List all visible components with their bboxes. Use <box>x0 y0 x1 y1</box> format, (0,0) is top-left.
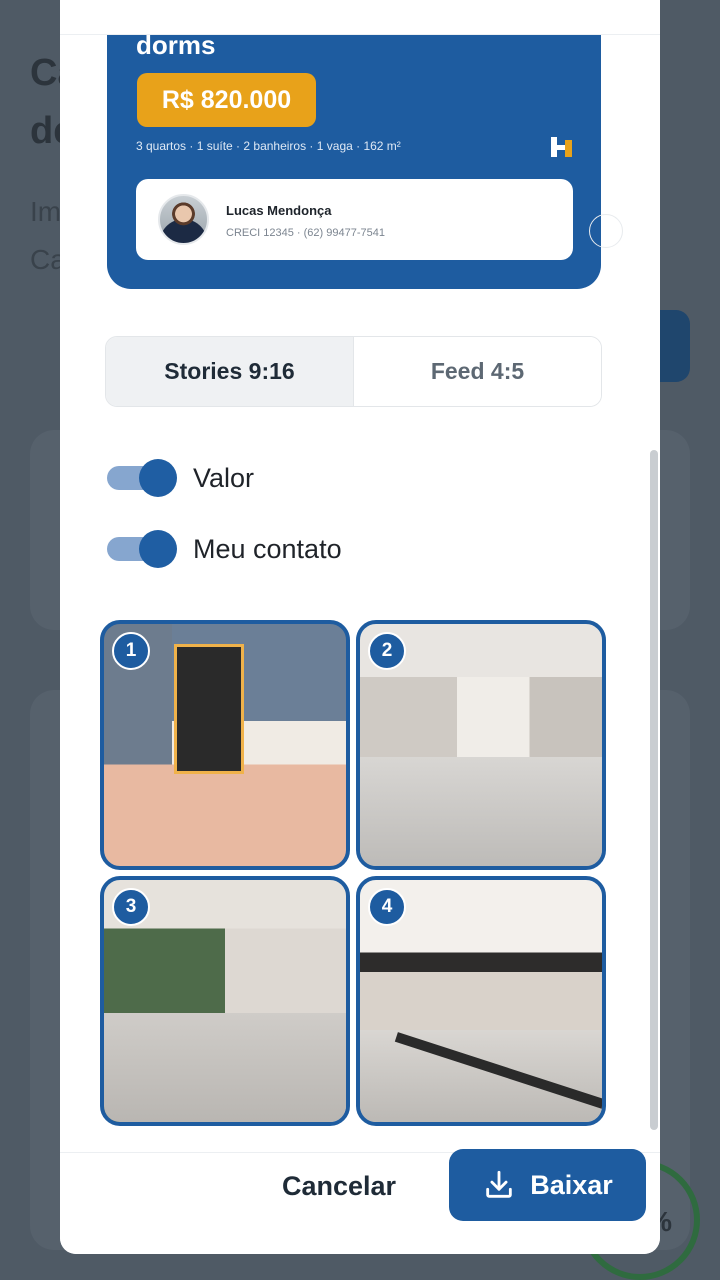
contact-toggle[interactable] <box>107 529 177 569</box>
contact-details: CRECI 12345 · (62) 99477-7541 <box>226 227 385 239</box>
carousel-dot <box>589 214 623 248</box>
contact-toggle-label: Meu contato <box>193 533 342 564</box>
property-specs: 3 quartos · 1 suíte · 2 banheiros · 1 va… <box>136 139 401 153</box>
h-logo-icon <box>551 137 572 157</box>
valor-toggle[interactable] <box>107 458 177 498</box>
photo-item[interactable]: 3 <box>100 876 350 1126</box>
format-tabs: Stories 9:16 Feed 4:5 <box>105 336 602 407</box>
valor-toggle-label: Valor <box>193 462 255 493</box>
background-text: Im <box>30 196 62 227</box>
photo-number-badge: 4 <box>368 888 406 926</box>
modal-scrollbar[interactable] <box>650 450 658 1130</box>
tab-stories[interactable]: Stories 9:16 <box>106 337 354 406</box>
photo-number-badge: 3 <box>112 888 150 926</box>
download-icon <box>486 1170 512 1198</box>
price-badge: R$ 820.000 <box>137 73 316 127</box>
cancel-button[interactable]: Cancelar <box>282 1171 396 1202</box>
export-modal: dorms R$ 820.000 3 quartos · 1 suíte · 2… <box>60 0 660 1254</box>
photo-item[interactable]: 4 <box>356 876 606 1126</box>
photo-item[interactable]: 1 <box>100 620 350 870</box>
photo-item[interactable]: 2 <box>356 620 606 870</box>
contact-name: Lucas Mendonça <box>226 203 332 218</box>
photo-number-badge: 2 <box>368 632 406 670</box>
download-button[interactable]: Baixar <box>449 1149 646 1221</box>
toggle-row-contact: Meu contato <box>107 529 342 569</box>
modal-footer: Cancelar Baixar <box>60 1149 660 1254</box>
modal-header-strip <box>60 0 660 35</box>
post-preview: dorms R$ 820.000 3 quartos · 1 suíte · 2… <box>107 0 601 289</box>
contact-card: Lucas Mendonça CRECI 12345 · (62) 99477-… <box>136 179 573 260</box>
photo-number-badge: 1 <box>112 632 150 670</box>
tab-feed[interactable]: Feed 4:5 <box>354 337 601 406</box>
toggle-row-valor: Valor <box>107 458 254 498</box>
avatar <box>158 194 209 245</box>
download-label: Baixar <box>530 1169 613 1200</box>
